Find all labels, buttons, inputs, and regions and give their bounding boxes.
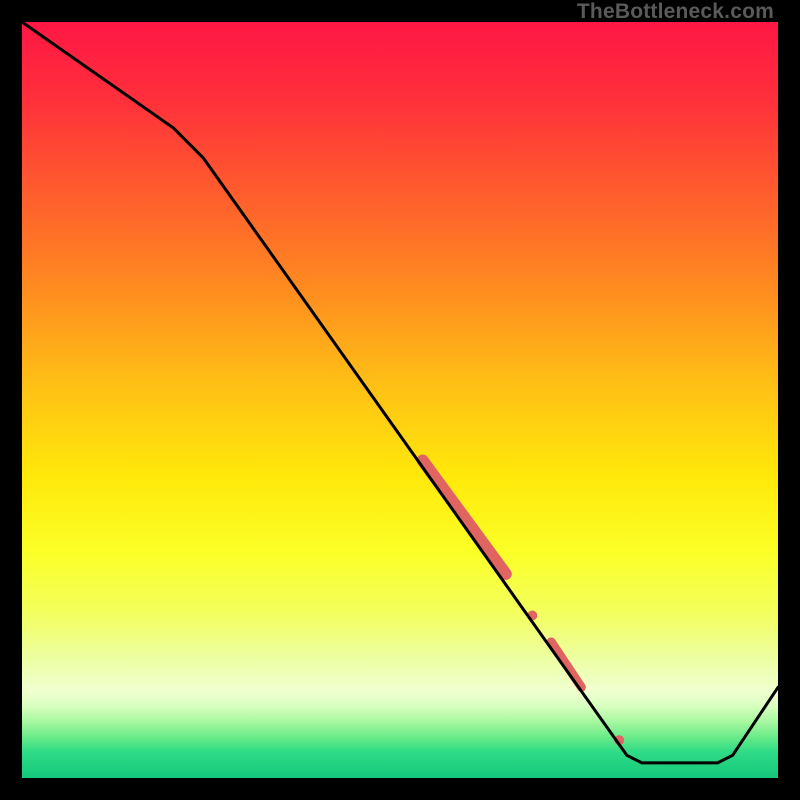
chart-svg xyxy=(22,22,778,778)
outer-black-frame: TheBottleneck.com xyxy=(0,0,800,800)
plot-area xyxy=(22,22,778,778)
gradient-background xyxy=(22,22,778,778)
watermark-text: TheBottleneck.com xyxy=(577,0,774,24)
